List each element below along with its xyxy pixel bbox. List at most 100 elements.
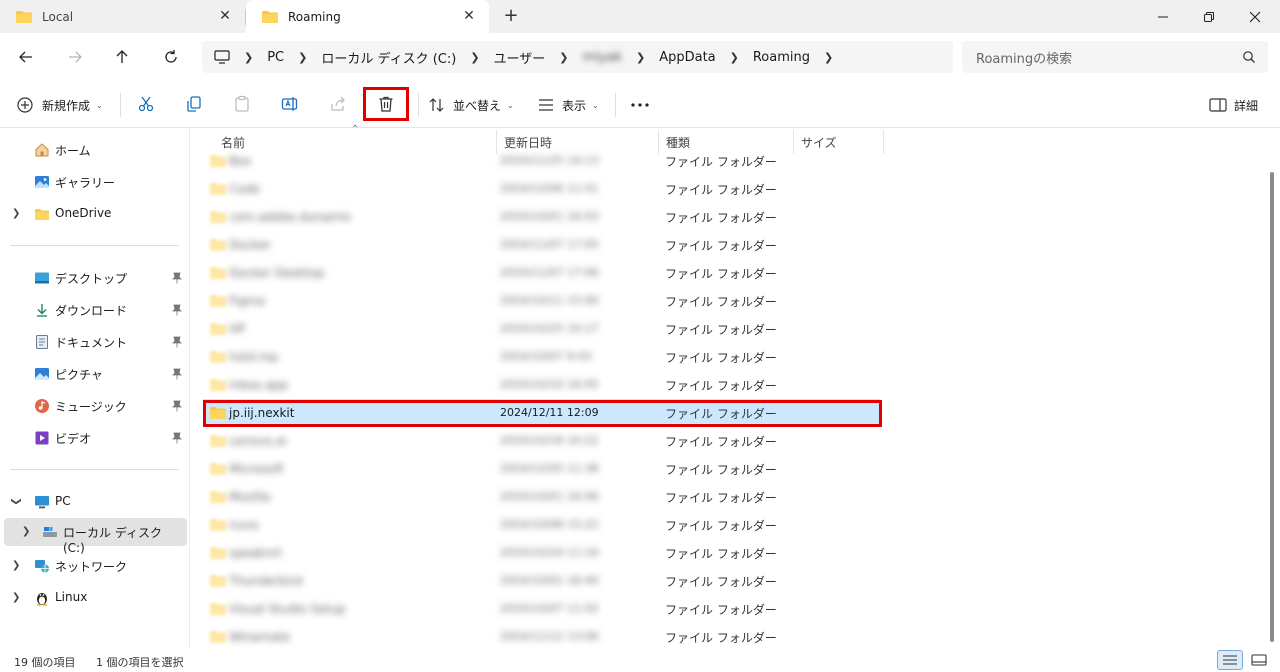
annotation-highlight-delete <box>363 87 409 121</box>
file-row[interactable]: Box 2024/11/25 14:13 ファイル フォルダー <box>203 147 880 175</box>
close-icon[interactable]: ✕ <box>217 8 233 24</box>
sidebar-item-home[interactable]: ホーム <box>0 136 190 164</box>
pin-icon[interactable] <box>172 400 182 412</box>
file-row[interactable]: hstd.mp 2024/10/07 9:43 ファイル フォルダー <box>203 343 880 371</box>
sidebar-item-desktop[interactable]: デスクトップ <box>0 264 190 292</box>
file-type: ファイル フォルダー <box>665 155 777 169</box>
file-row[interactable]: nuvo 2024/10/08 15:22 ファイル フォルダー <box>203 511 880 539</box>
folder-icon <box>210 379 226 391</box>
file-type: ファイル フォルダー <box>665 211 777 225</box>
sidebar-item-gallery[interactable]: ギャラリー <box>0 168 190 196</box>
refresh-button[interactable] <box>159 45 183 69</box>
paste-button[interactable] <box>231 93 253 115</box>
scissors-icon <box>138 96 154 112</box>
file-row[interactable]: Lenovo.ai 2024/10/18 10:22 ファイル フォルダー <box>203 427 880 455</box>
pin-icon[interactable] <box>172 368 182 380</box>
close-window-button[interactable] <box>1232 0 1278 33</box>
breadcrumb-item[interactable]: AppData <box>659 50 715 65</box>
chevron-right-icon: ❯ <box>559 50 569 64</box>
new-tab-button[interactable]: + <box>500 6 522 28</box>
back-button[interactable] <box>14 45 38 69</box>
sidebar-item-label: ネットワーク <box>55 560 128 574</box>
chevron-right-icon[interactable]: ❯ <box>12 592 20 603</box>
new-button[interactable]: 新規作成 ⌄ <box>16 89 103 121</box>
pin-icon[interactable] <box>172 272 182 284</box>
pin-icon[interactable] <box>172 432 182 444</box>
cut-button[interactable] <box>135 93 157 115</box>
pin-icon[interactable] <box>172 304 182 316</box>
sidebar-item-pictures[interactable]: ピクチャ <box>0 360 190 388</box>
sidebar-item-videos[interactable]: ビデオ <box>0 424 190 452</box>
sidebar-item-downloads[interactable]: ダウンロード <box>0 296 190 324</box>
details-pane-button[interactable]: 詳細 <box>1209 89 1258 121</box>
breadcrumb-item[interactable]: ローカル ディスク (C:) <box>321 48 456 67</box>
breadcrumb-item[interactable]: Roaming <box>753 50 810 65</box>
file-row[interactable]: Mozilla 2024/10/01 16:06 ファイル フォルダー <box>203 483 880 511</box>
file-row[interactable]: HP 2024/10/25 10:17 ファイル フォルダー <box>203 315 880 343</box>
breadcrumb[interactable]: ❯ PC ❯ ローカル ディスク (C:) ❯ ユーザー ❯ miyak ❯ A… <box>202 41 953 73</box>
sidebar-item-pc[interactable]: ❯ PC <box>0 488 190 516</box>
file-row[interactable]: Docker 2024/11/07 17:05 ファイル フォルダー <box>203 231 880 259</box>
sort-button[interactable]: 並べ替え ⌄ <box>428 89 514 121</box>
sidebar-item-onedrive[interactable]: ❯ OneDrive <box>0 200 190 228</box>
maximize-button[interactable] <box>1186 0 1232 33</box>
sidebar-item-local-disk[interactable]: ❯ ローカル ディスク (C:) <box>4 518 187 555</box>
forward-button[interactable] <box>63 45 87 69</box>
folder-icon <box>210 351 226 363</box>
search-placeholder: Roamingの検索 <box>976 51 1073 67</box>
close-icon[interactable]: ✕ <box>461 8 477 24</box>
view-button[interactable]: 表示 ⌄ <box>537 89 599 121</box>
breadcrumb-item[interactable]: PC <box>267 50 284 65</box>
tab-local[interactable]: Local ✕ <box>0 0 245 33</box>
details-label: 詳細 <box>1234 98 1259 113</box>
file-row[interactable]: Code 2024/12/06 11:51 ファイル フォルダー <box>203 175 880 203</box>
folder-icon <box>210 239 226 251</box>
file-name: com.adobe.dunamis <box>229 210 352 224</box>
file-modified: 2024/10/01 16:40 <box>500 574 599 587</box>
copy-button[interactable] <box>183 93 205 115</box>
details-view-button[interactable] <box>1217 650 1243 670</box>
document-icon <box>36 335 48 349</box>
vertical-scrollbar[interactable] <box>1270 172 1274 642</box>
more-options-button[interactable] <box>630 89 650 121</box>
minimize-button[interactable] <box>1140 0 1186 33</box>
tab-roaming[interactable]: Roaming ✕ <box>246 0 489 33</box>
up-button[interactable] <box>110 45 134 69</box>
file-row[interactable]: Microsoft 2024/12/05 11:38 ファイル フォルダー <box>203 455 880 483</box>
file-row[interactable]: Figma 2024/10/11 15:00 ファイル フォルダー <box>203 287 880 315</box>
file-row[interactable]: Thunderbird 2024/10/01 16:40 ファイル フォルダー <box>203 567 880 595</box>
chevron-down-icon[interactable]: ❯ <box>11 497 22 505</box>
tiles-view-button[interactable] <box>1246 650 1272 670</box>
file-row[interactable]: com.adobe.dunamis 2024/10/01 16:03 ファイル フォ… <box>203 203 880 231</box>
file-row[interactable]: inbox.app 2024/10/10 16:05 ファイル フォルダー <box>203 371 880 399</box>
folder-icon <box>210 323 226 335</box>
chevron-right-icon[interactable]: ❯ <box>22 526 30 537</box>
share-button[interactable] <box>327 93 349 115</box>
column-separator[interactable] <box>883 130 884 154</box>
clipboard-icon <box>235 95 249 112</box>
pin-icon[interactable] <box>172 336 182 348</box>
toolbar-separator <box>418 93 419 117</box>
file-row[interactable]: Visual Studio Setup 2024/10/07 11:02 ファイル … <box>203 595 880 623</box>
sidebar-item-network[interactable]: ❯ ネットワーク <box>0 552 190 580</box>
file-row[interactable]: jp.iij.nexkit 2024/12/11 12:09 ファイル フォルダー <box>203 399 880 427</box>
close-icon <box>1249 11 1261 22</box>
chevron-right-icon[interactable]: ❯ <box>12 560 20 571</box>
folder-icon <box>210 435 226 447</box>
file-row[interactable]: Docker Desktop 2024/11/07 17:06 ファイル フォルダー <box>203 259 880 287</box>
breadcrumb-item[interactable]: ユーザー <box>494 48 546 67</box>
file-row[interactable]: speaknrt 2024/10/24 11:16 ファイル フォルダー <box>203 539 880 567</box>
tab-label: Local <box>42 9 74 24</box>
file-row[interactable]: Winamate 2024/11/12 13:06 ファイル フォルダー <box>203 623 880 651</box>
sidebar-item-documents[interactable]: ドキュメント <box>0 328 190 356</box>
sidebar-item-linux[interactable]: ❯ Linux <box>0 584 190 612</box>
sidebar-item-label: デスクトップ <box>55 272 128 286</box>
search-input[interactable]: Roamingの検索 <box>962 41 1268 73</box>
chevron-right-icon[interactable]: ❯ <box>12 208 20 219</box>
selection-count: 1 個の項目を選択 <box>96 656 184 669</box>
chevron-right-icon[interactable]: ❯ <box>824 51 833 64</box>
rename-button[interactable] <box>279 93 301 115</box>
sidebar-item-music[interactable]: ミュージック <box>0 392 190 420</box>
sidebar-item-label: Linux <box>55 590 88 604</box>
breadcrumb-item-username[interactable]: miyak <box>583 50 622 65</box>
